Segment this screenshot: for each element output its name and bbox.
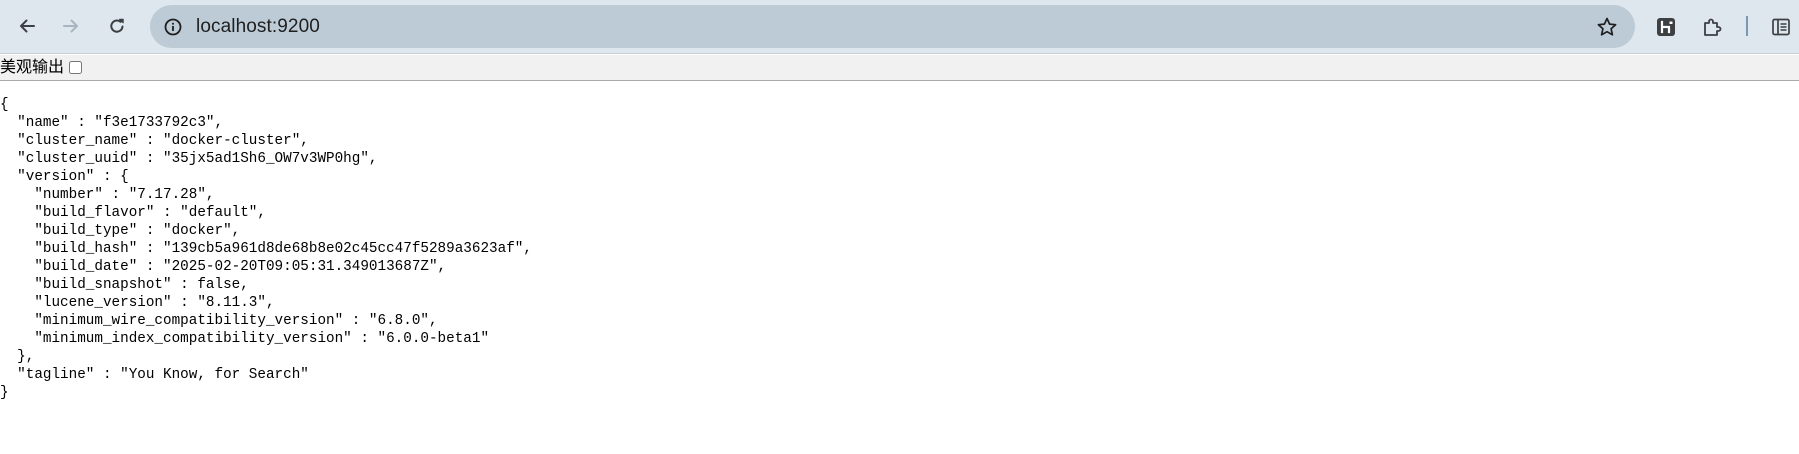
side-panel-button[interactable] [1766,12,1796,42]
json-line: "build_flavor" : "default", [0,205,266,221]
json-line: "cluster_name" : "docker-cluster", [0,133,309,149]
json-line: } [0,385,9,401]
json-line: "build_hash" : "139cb5a961d8de68b8e02c45… [0,241,532,257]
pretty-print-bar: 美观输出 [0,55,1799,81]
json-line: "name" : "f3e1733792c3", [0,115,224,131]
browser-toolbar: localhost:9200 [0,0,1799,54]
extension-h-button[interactable] [1651,12,1681,42]
address-bar[interactable]: localhost:9200 [150,5,1635,48]
json-line: "number" : "7.17.28", [0,187,215,203]
json-line: "minimum_index_compatibility_version" : … [0,331,490,347]
back-button[interactable] [10,9,44,43]
h-logo-icon [1657,18,1675,36]
json-line: "tagline" : "You Know, for Search" [0,367,309,383]
json-line: "minimum_wire_compatibility_version" : "… [0,313,438,329]
puzzle-piece-icon [1704,18,1722,36]
json-line: "version" : { [0,169,129,185]
forward-button[interactable] [54,9,88,43]
arrow-left-icon [20,19,35,33]
json-line: "build_snapshot" : false, [0,277,249,293]
json-response-body: { "name" : "f3e1733792c3", "cluster_name… [0,96,532,402]
arrow-right-icon [63,19,78,33]
json-line: "lucene_version" : "8.11.3", [0,295,275,311]
reload-button[interactable] [100,9,134,43]
site-info-button[interactable] [158,12,188,42]
pretty-print-checkbox[interactable] [69,61,83,74]
star-icon [1597,17,1617,36]
toolbar-divider [1746,16,1748,36]
pretty-print-label: 美观输出 [0,58,65,76]
reload-icon [110,18,124,33]
extensions-button[interactable] [1697,12,1727,42]
json-line: { [0,97,9,113]
json-line: "build_date" : "2025-02-20T09:05:31.3490… [0,259,447,275]
address-text[interactable]: localhost:9200 [196,5,320,48]
side-panel-icon [1772,18,1790,36]
json-line: "build_type" : "docker", [0,223,241,239]
json-line: "cluster_uuid" : "35jx5ad1Sh6_OW7v3WP0hg… [0,151,378,167]
bookmark-button[interactable] [1593,13,1621,41]
info-circle-icon [164,18,182,36]
json-line: }, [0,349,35,365]
